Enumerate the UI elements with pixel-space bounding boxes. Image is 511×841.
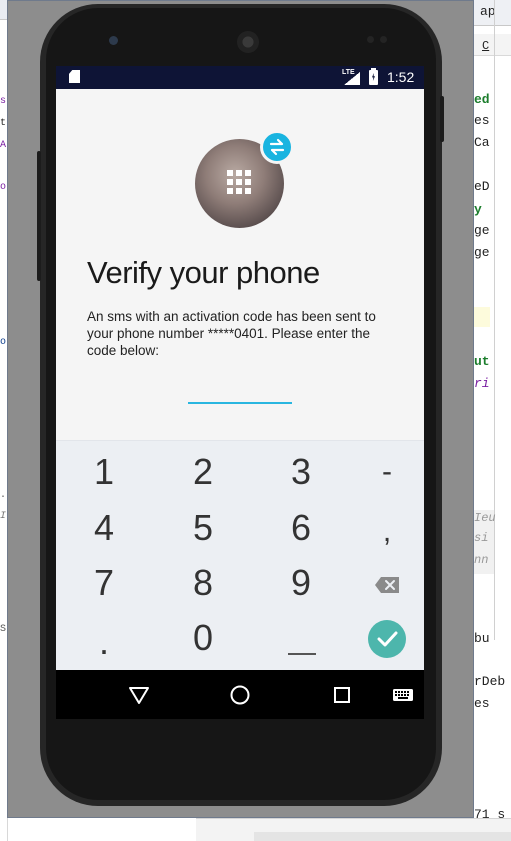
key-comma[interactable]: , [347, 507, 424, 557]
code-fragment: ed [474, 92, 490, 107]
navigation-bar [56, 670, 424, 719]
check-icon [377, 631, 398, 647]
page-title: Verify your phone [87, 255, 320, 290]
code-fragment: Ieu [474, 511, 496, 525]
code-fragment: s [0, 96, 7, 107]
key-6[interactable]: 6 [261, 503, 341, 553]
proximity-sensor [367, 36, 374, 43]
key-2[interactable]: 2 [163, 447, 243, 497]
key-minus[interactable]: - [347, 447, 424, 497]
signal-icon [344, 72, 360, 85]
ide-margin-line [494, 0, 495, 640]
back-triangle-icon[interactable] [126, 682, 152, 708]
code-fragment: I [0, 511, 7, 522]
key-3[interactable]: 3 [261, 447, 341, 497]
code-fragment: o [0, 337, 7, 348]
key-8[interactable]: 8 [163, 558, 243, 608]
home-circle-icon[interactable] [227, 682, 253, 708]
verification-code-input[interactable] [188, 366, 292, 404]
code-fragment: si [474, 531, 489, 545]
status-clock: 1:52 [387, 69, 415, 85]
key-1[interactable]: 1 [64, 447, 144, 497]
confirm-button[interactable] [368, 620, 406, 658]
code-fragment: y [474, 202, 482, 217]
recents-square-icon[interactable] [329, 682, 355, 708]
power-button[interactable] [440, 96, 444, 142]
ide-tab-label[interactable]: C [482, 40, 489, 52]
verification-description: An sms with an activation code has been … [87, 308, 402, 359]
code-fragment: S [0, 624, 7, 635]
key-9[interactable]: 9 [261, 558, 341, 608]
ide-bottom-tab[interactable] [254, 832, 511, 841]
backspace-icon[interactable] [374, 576, 400, 594]
code-fragment: eD [474, 179, 490, 194]
front-camera [109, 36, 118, 45]
code-fragment: ge [474, 223, 490, 238]
sd-card-icon [69, 70, 80, 83]
code-fragment: ri [474, 376, 490, 391]
light-sensor [380, 36, 387, 43]
battery-charging-icon [369, 68, 378, 85]
code-fragment: . [0, 490, 7, 501]
key-0[interactable]: 0 [163, 613, 243, 663]
code-fragment: A [0, 140, 7, 151]
code-fragment: bu [474, 631, 490, 646]
ide-line-highlight [474, 307, 490, 327]
code-fragment: es [474, 696, 490, 711]
key-5[interactable]: 5 [163, 503, 243, 553]
code-fragment: rDeb [474, 674, 506, 689]
code-fragment: o [0, 182, 7, 193]
dialpad-icon [227, 170, 251, 194]
key-4[interactable]: 4 [64, 503, 144, 553]
code-fragment: es [474, 113, 490, 128]
status-bar: LTE 1:52 [56, 66, 424, 89]
earpiece-speaker [237, 31, 259, 53]
key-dot[interactable]: . [64, 617, 144, 667]
phone-screen: LTE 1:52 Verify your phone An sms with a… [56, 66, 424, 719]
code-fragment: Ca [474, 135, 490, 150]
swap-arrows-icon[interactable] [260, 130, 294, 164]
ide-editor-tab[interactable] [474, 34, 511, 56]
code-fragment: ge [474, 245, 490, 260]
code-fragment: nn [474, 553, 489, 567]
numeric-keypad: 1 2 3 - 4 5 6 , 7 8 9 . 0 [56, 440, 424, 670]
code-fragment: t [0, 118, 7, 129]
masked-phone-number: *****0401 [207, 326, 265, 341]
key-7[interactable]: 7 [64, 558, 144, 608]
code-fragment: ut [474, 354, 490, 369]
keyboard-icon[interactable] [392, 682, 414, 708]
space-key[interactable] [288, 653, 316, 655]
volume-button[interactable] [37, 151, 41, 281]
